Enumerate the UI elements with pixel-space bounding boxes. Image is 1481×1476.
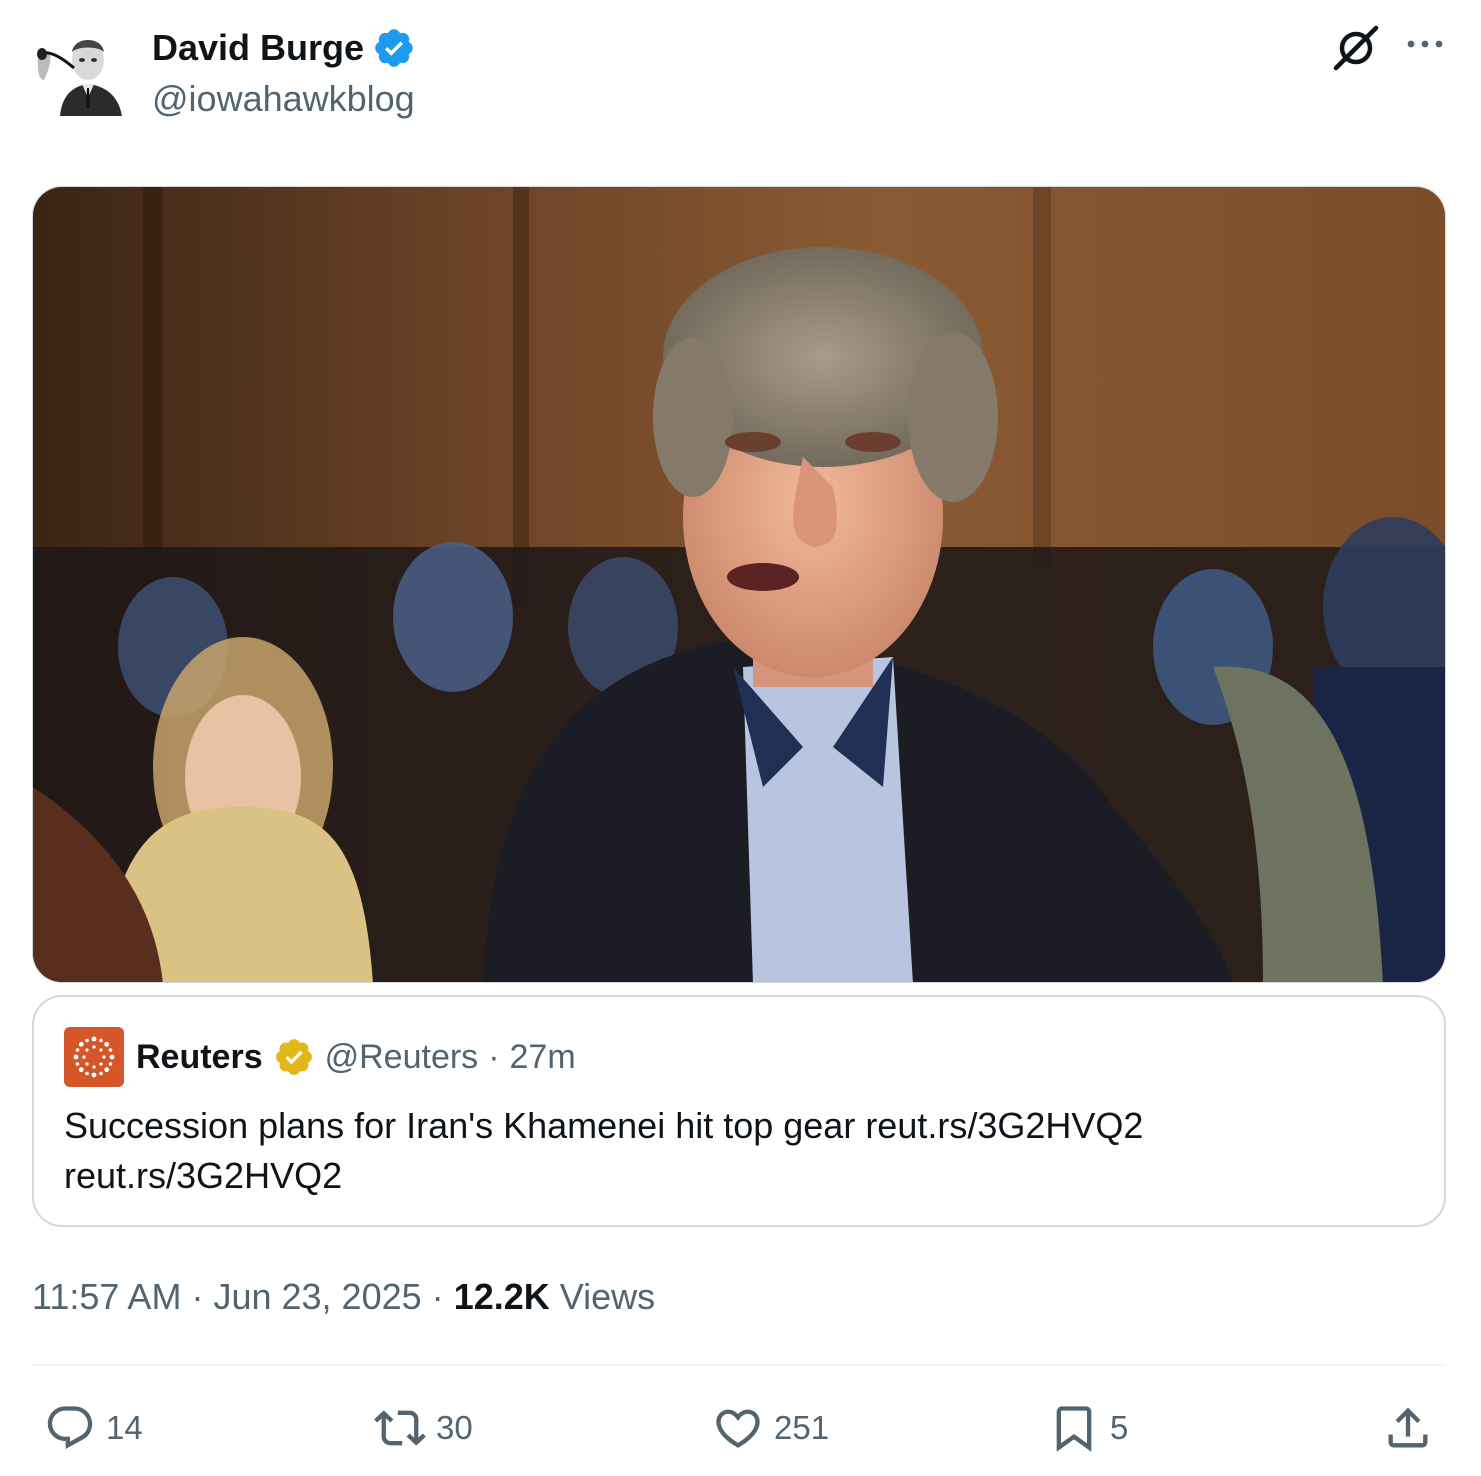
author-name[interactable]: David Burge — [152, 26, 416, 70]
share-button[interactable] — [1382, 1402, 1434, 1454]
tweet-date[interactable]: Jun 23, 2025 — [213, 1276, 421, 1317]
share-icon — [1388, 1407, 1428, 1448]
bookmark-button[interactable]: 5 — [1048, 1402, 1128, 1454]
heart-icon — [716, 1409, 760, 1448]
gold-verified-badge-icon — [275, 1039, 312, 1075]
reuters-logo-icon — [73, 1036, 115, 1078]
repost-icon — [374, 1410, 426, 1446]
meta-separator: · — [431, 1276, 444, 1317]
quoted-text-line-1: Succession plans for Iran's Khamenei hit… — [64, 1105, 1144, 1146]
author-name-text[interactable]: David Burge — [152, 27, 364, 69]
views-label: Views — [559, 1276, 656, 1317]
more-options-icon[interactable] — [1402, 24, 1448, 64]
quoted-tweet[interactable]: Reuters @Reuters · 27m Succession plans … — [32, 995, 1446, 1227]
tweet-media-photo[interactable] — [32, 186, 1446, 983]
reuters-avatar[interactable] — [64, 1027, 124, 1087]
views-count: 12.2K — [453, 1276, 550, 1317]
bookmark-icon — [1056, 1406, 1092, 1452]
tweet-meta: 11:57 AM · Jun 23, 2025 · 12.2K Views — [32, 1276, 655, 1318]
meta-separator: · — [191, 1276, 204, 1317]
quoted-tweet-text: Succession plans for Iran's Khamenei hit… — [64, 1101, 1404, 1201]
tweet: David Burge @iowahawkblog Reuters @Reute… — [0, 0, 1481, 1476]
author-handle[interactable]: @iowahawkblog — [152, 78, 415, 120]
divider — [32, 1364, 1446, 1366]
verified-badge-icon — [375, 29, 413, 67]
quoted-tweet-header: Reuters @Reuters · 27m — [64, 1027, 576, 1087]
quoted-timestamp[interactable]: 27m — [510, 1038, 576, 1077]
repost-count: 30 — [436, 1409, 473, 1446]
like-button[interactable]: 251 — [712, 1402, 829, 1454]
bookmark-count: 5 — [1110, 1409, 1129, 1446]
tweet-time[interactable]: 11:57 AM — [32, 1276, 181, 1317]
reply-icon — [47, 1406, 93, 1450]
quoted-author-name[interactable]: Reuters — [136, 1038, 263, 1077]
repost-button[interactable]: 30 — [374, 1402, 473, 1454]
quoted-text-line-2: reut.rs/3G2HVQ2 — [64, 1155, 343, 1196]
like-count: 251 — [774, 1409, 830, 1446]
quoted-author-handle[interactable]: @Reuters — [325, 1038, 479, 1077]
grok-icon[interactable] — [1328, 24, 1384, 72]
reply-button[interactable]: 14 — [44, 1402, 143, 1454]
quoted-separator: · — [488, 1037, 500, 1076]
reply-count: 14 — [106, 1409, 143, 1446]
author-avatar[interactable] — [30, 24, 130, 116]
